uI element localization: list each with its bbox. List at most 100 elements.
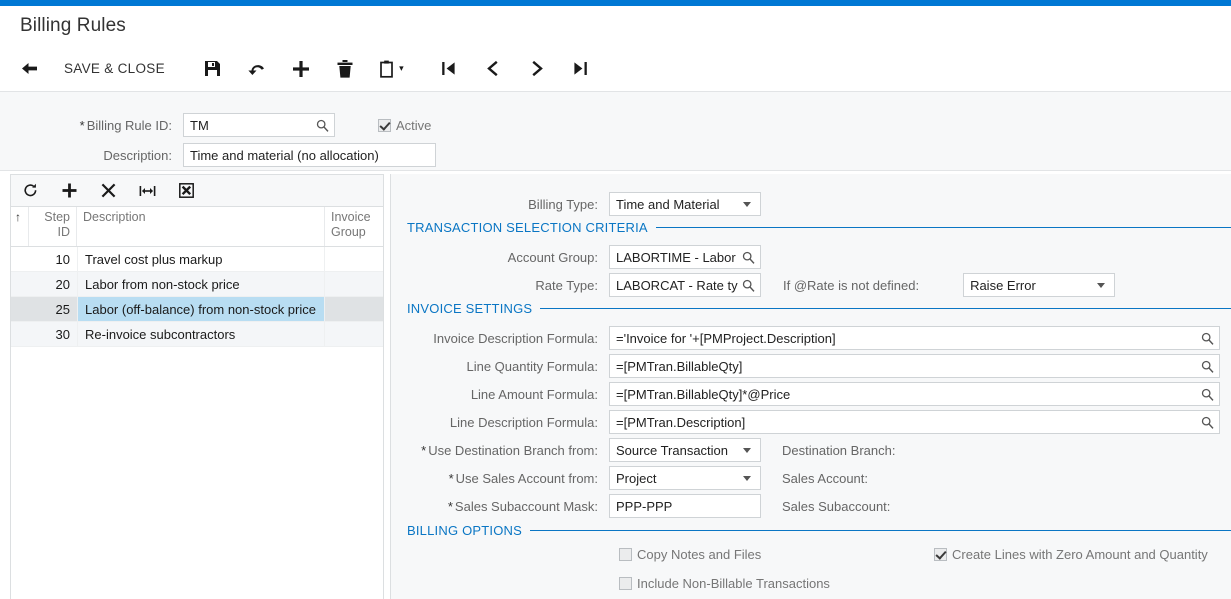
section-transaction-selection-criteria: TRANSACTION SELECTION CRITERIA — [407, 220, 1231, 235]
use-destination-branch-select[interactable]: Source Transaction — [609, 438, 761, 462]
search-icon[interactable] — [314, 117, 330, 133]
cell-description: Travel cost plus markup — [77, 247, 325, 271]
active-label: Active — [396, 117, 432, 133]
search-icon[interactable] — [1199, 414, 1215, 430]
use-destination-branch-value: Source Transaction — [616, 442, 729, 458]
description-label: Description: — [103, 147, 172, 163]
cell-invoice-group — [325, 297, 383, 321]
required-indicator: * — [448, 470, 454, 486]
next-record-icon — [532, 60, 543, 77]
main-toolbar: SAVE & CLOSE ▾ — [0, 46, 1231, 91]
delete-record-button[interactable] — [323, 51, 367, 87]
page-title: Billing Rules — [20, 15, 126, 36]
create-lines-with-zero-amount-label: Create Lines with Zero Amount and Quanti… — [952, 547, 1208, 562]
description-input[interactable]: Time and material (no allocation) — [183, 143, 436, 167]
copy-notes-and-files-checkbox[interactable]: Copy Notes and Files — [619, 547, 761, 562]
include-non-billable-transactions-checkbox[interactable]: Include Non-Billable Transactions — [619, 576, 830, 591]
create-lines-with-zero-amount-checkbox[interactable]: Create Lines with Zero Amount and Quanti… — [934, 547, 1208, 562]
first-record-button[interactable] — [427, 51, 471, 87]
column-header-invoice-group[interactable]: Invoice Group — [325, 207, 383, 246]
arrow-left-icon — [21, 63, 37, 74]
line-amount-formula-input[interactable]: =[PMTran.BillableQty]*@Price — [609, 382, 1220, 406]
back-button[interactable] — [6, 51, 52, 87]
cell-invoice-group — [325, 322, 383, 346]
account-group-value: LABORTIME - Labor — [616, 249, 736, 265]
line-quantity-formula-label: Line Quantity Formula: — [466, 358, 598, 374]
search-icon[interactable] — [740, 277, 756, 293]
undo-button[interactable] — [235, 51, 279, 87]
add-row-button[interactable] — [50, 176, 89, 206]
if-rate-not-defined-label: If @Rate is not defined: — [783, 277, 920, 293]
line-quantity-formula-input[interactable]: =[PMTran.BillableQty] — [609, 354, 1220, 378]
section-divider — [655, 227, 1231, 228]
search-icon[interactable] — [1199, 358, 1215, 374]
save-button[interactable] — [191, 51, 235, 87]
previous-record-button[interactable] — [471, 51, 515, 87]
export-to-excel-button[interactable] — [167, 176, 206, 206]
chevron-down-icon[interactable] — [738, 448, 756, 453]
section-invoice-settings: INVOICE SETTINGS — [407, 301, 1231, 316]
line-description-formula-label: Line Description Formula: — [449, 414, 598, 430]
excel-icon — [179, 183, 194, 198]
sales-subaccount-mask-input[interactable]: PPP-PPP — [609, 494, 761, 518]
required-indicator: * — [421, 442, 427, 458]
add-record-button[interactable] — [279, 51, 323, 87]
cell-description: Labor (off-balance) from non-stock price — [77, 297, 325, 321]
cell-description: Re-invoice subcontractors — [77, 322, 325, 346]
grid-header-row: ↑ Step ID Description Invoice Group — [11, 207, 383, 247]
billing-rules-page: Billing Rules SAVE & CLOSE ▾ * Billing R… — [0, 0, 1231, 599]
save-and-close-button[interactable]: SAVE & CLOSE — [52, 51, 177, 87]
close-icon — [101, 183, 116, 198]
column-header-step-id[interactable]: Step ID — [29, 207, 77, 246]
line-amount-formula-value: =[PMTran.BillableQty]*@Price — [616, 386, 791, 402]
search-icon[interactable] — [1199, 386, 1215, 402]
chevron-down-icon[interactable] — [738, 202, 756, 207]
table-row[interactable]: 10 Travel cost plus markup — [11, 247, 383, 272]
chevron-down-icon: ▾ — [399, 63, 404, 73]
trash-icon — [337, 59, 353, 78]
account-group-input[interactable]: LABORTIME - Labor — [609, 245, 761, 269]
next-record-button[interactable] — [515, 51, 559, 87]
undo-icon — [248, 64, 265, 75]
chevron-down-icon[interactable] — [1092, 283, 1110, 288]
active-checkbox[interactable]: Active — [378, 118, 431, 133]
billing-rule-id-input[interactable]: TM — [183, 113, 335, 137]
billing-type-select[interactable]: Time and Material — [609, 192, 761, 216]
billing-steps-grid-panel: ↑ Step ID Description Invoice Group 10 T… — [10, 174, 384, 599]
required-indicator: * — [447, 498, 453, 514]
billing-rule-id-value: TM — [190, 117, 209, 133]
required-indicator: * — [79, 117, 85, 133]
checkbox-box — [619, 577, 632, 590]
delete-row-button[interactable] — [89, 176, 128, 206]
invoice-description-formula-input[interactable]: ='Invoice for '+[PMProject.Description] — [609, 326, 1220, 350]
if-rate-not-defined-select[interactable]: Raise Error — [963, 273, 1116, 297]
billing-type-value: Time and Material — [616, 196, 720, 212]
table-row[interactable]: 30 Re-invoice subcontractors — [11, 322, 383, 347]
search-icon[interactable] — [740, 249, 756, 265]
clipboard-menu-button[interactable]: ▾ — [367, 51, 417, 87]
billing-rule-id-label: * Billing Rule ID: — [79, 117, 172, 133]
fit-columns-button[interactable] — [128, 176, 167, 206]
billing-step-details-panel: Billing Type: Time and Material TRANSACT… — [390, 174, 1231, 599]
last-record-button[interactable] — [559, 51, 603, 87]
chevron-down-icon[interactable] — [738, 476, 756, 481]
description-value: Time and material (no allocation) — [190, 147, 379, 163]
use-sales-account-select[interactable]: Project — [609, 466, 761, 490]
checkbox-box — [619, 548, 632, 561]
rate-type-label: Rate Type: — [535, 277, 598, 293]
line-amount-formula-label: Line Amount Formula: — [470, 386, 598, 402]
table-row-selected[interactable]: 25 Labor (off-balance) from non-stock pr… — [11, 297, 383, 322]
refresh-icon — [24, 183, 37, 197]
section-billing-options: BILLING OPTIONS — [407, 523, 1231, 538]
last-record-icon — [574, 62, 588, 75]
search-icon[interactable] — [1199, 330, 1215, 346]
table-row[interactable]: 20 Labor from non-stock price — [11, 272, 383, 297]
line-description-formula-input[interactable]: =[PMTran.Description] — [609, 410, 1220, 434]
fit-columns-icon — [139, 185, 156, 196]
refresh-button[interactable] — [11, 176, 50, 206]
sort-indicator[interactable]: ↑ — [11, 207, 29, 246]
cell-step-id: 10 — [55, 251, 70, 267]
column-header-description[interactable]: Description — [77, 207, 325, 246]
checkbox-box — [934, 548, 947, 561]
rate-type-input[interactable]: LABORCAT - Rate ty — [609, 273, 761, 297]
